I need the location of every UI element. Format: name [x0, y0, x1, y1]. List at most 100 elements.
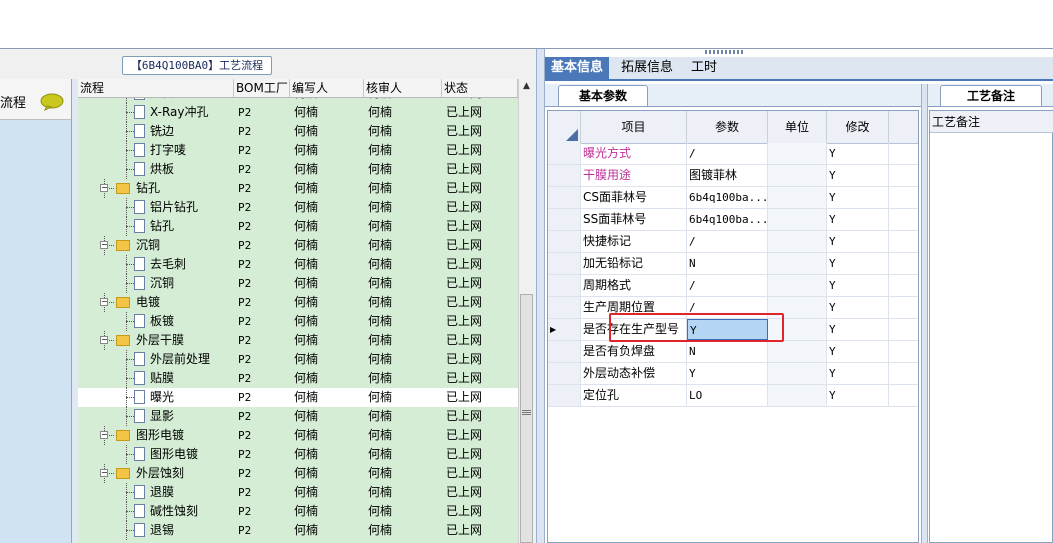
- param-value-cell[interactable]: /: [687, 143, 768, 164]
- param-unit-cell[interactable]: [768, 187, 827, 208]
- panel-resize-grip[interactable]: [705, 50, 745, 54]
- collapse-toggle-icon[interactable]: −: [100, 241, 108, 249]
- tree-row[interactable]: 烘板 P2 何楠 何楠 已上网: [78, 160, 518, 179]
- tree-row[interactable]: − 图形电镀 P2 何楠 何楠 已上网: [78, 426, 518, 445]
- param-modify-cell[interactable]: Y: [827, 341, 889, 362]
- param-unit-cell[interactable]: [768, 341, 827, 362]
- chat-bubble-icon[interactable]: [40, 93, 64, 111]
- tree-row[interactable]: − 外层干膜 P2 何楠 何楠 已上网: [78, 331, 518, 350]
- param-modify-cell[interactable]: Y: [827, 385, 889, 406]
- tree-row[interactable]: − 钻孔 P2 何楠 何楠 已上网: [78, 179, 518, 198]
- col-header-status[interactable]: 状态: [442, 79, 518, 97]
- col-header-modify[interactable]: 修改: [827, 111, 889, 143]
- param-modify-cell[interactable]: Y: [827, 165, 889, 186]
- param-value-cell[interactable]: /: [687, 275, 768, 296]
- tree-row[interactable]: − 沉铜 P2 何楠 何楠 已上网: [78, 236, 518, 255]
- param-unit-cell[interactable]: [768, 165, 827, 186]
- param-value-cell[interactable]: N: [687, 341, 768, 362]
- tree-scroll-thumb[interactable]: [520, 294, 533, 543]
- param-row[interactable]: 快捷标记 / Y: [548, 231, 918, 253]
- row-indicator[interactable]: [548, 341, 581, 362]
- param-row[interactable]: 是否有负焊盘 N Y: [548, 341, 918, 363]
- param-modify-cell[interactable]: Y: [827, 187, 889, 208]
- subtab-basic-params[interactable]: 基本参数: [558, 85, 648, 106]
- tree-row[interactable]: X-Ray冲孔 P2 何楠 何楠 已上网: [78, 103, 518, 122]
- param-modify-cell[interactable]: Y: [827, 231, 889, 252]
- param-unit-cell[interactable]: [768, 143, 827, 164]
- col-header-reviewer[interactable]: 核审人: [364, 79, 442, 97]
- tree-row[interactable]: 碱性蚀刻 P2 何楠 何楠 已上网: [78, 502, 518, 521]
- param-row[interactable]: 干膜用途 图镀菲林 Y: [548, 165, 918, 187]
- param-modify-cell[interactable]: Y: [827, 363, 889, 384]
- row-indicator[interactable]: [548, 363, 581, 384]
- row-indicator[interactable]: [548, 209, 581, 230]
- tree-row[interactable]: 显影 P2 何楠 何楠 已上网: [78, 407, 518, 426]
- row-indicator[interactable]: [548, 275, 581, 296]
- tree-row[interactable]: 板镀 P2 何楠 何楠 已上网: [78, 312, 518, 331]
- collapse-toggle-icon[interactable]: −: [100, 469, 108, 477]
- param-value-cell[interactable]: 6b4q100ba...: [687, 209, 768, 230]
- col-header-unit[interactable]: 单位: [768, 111, 827, 143]
- tree-row[interactable]: 钻孔 P2 何楠 何楠 已上网: [78, 217, 518, 236]
- notes-panel[interactable]: [929, 110, 1053, 543]
- col-header-process[interactable]: 流程: [78, 79, 234, 97]
- param-row[interactable]: 曝光方式 / Y: [548, 143, 918, 165]
- param-row[interactable]: SS面菲林号 6b4q100ba... Y: [548, 209, 918, 231]
- param-value-cell[interactable]: N: [687, 253, 768, 274]
- param-unit-cell[interactable]: [768, 253, 827, 274]
- tree-row[interactable]: 曝光 P2 何楠 何楠 已上网: [78, 388, 518, 407]
- tab-process-notes[interactable]: 工艺备注: [940, 85, 1042, 106]
- tree-row[interactable]: 去毛刺 P2 何楠 何楠 已上网: [78, 255, 518, 274]
- tree-row[interactable]: 退锡 P2 何楠 何楠 已上网: [78, 521, 518, 540]
- collapse-toggle-icon[interactable]: −: [100, 336, 108, 344]
- param-modify-cell[interactable]: Y: [827, 319, 889, 340]
- param-unit-cell[interactable]: [768, 385, 827, 406]
- param-row[interactable]: 定位孔 LO Y: [548, 385, 918, 407]
- tree-row[interactable]: 沉铜 P2 何楠 何楠 已上网: [78, 274, 518, 293]
- param-row[interactable]: CS面菲林号 6b4q100ba... Y: [548, 187, 918, 209]
- tree-row[interactable]: − 外层蚀刻 P2 何楠 何楠 已上网: [78, 464, 518, 483]
- collapse-toggle-icon[interactable]: −: [100, 184, 108, 192]
- row-indicator[interactable]: [548, 297, 581, 318]
- collapse-toggle-icon[interactable]: −: [100, 431, 108, 439]
- row-indicator[interactable]: [548, 143, 581, 164]
- tab-basic-info[interactable]: 基本信息: [545, 57, 610, 79]
- param-value-cell[interactable]: 图镀菲林: [687, 165, 768, 186]
- row-indicator[interactable]: [548, 231, 581, 252]
- right-splitter[interactable]: [921, 84, 928, 543]
- param-row[interactable]: 外层动态补偿 Y Y: [548, 363, 918, 385]
- row-indicator[interactable]: ▶: [548, 319, 581, 340]
- param-value-cell[interactable]: /: [687, 231, 768, 252]
- row-indicator[interactable]: [548, 187, 581, 208]
- tab-work-hours[interactable]: 工时: [685, 57, 723, 79]
- param-unit-cell[interactable]: [768, 363, 827, 384]
- tree-row[interactable]: 打字唛 P2 何楠 何楠 已上网: [78, 141, 518, 160]
- scroll-up-arrow-icon[interactable]: ▲: [521, 81, 532, 91]
- col-header-param[interactable]: 参数: [687, 111, 768, 143]
- param-row[interactable]: 加无铅标记 N Y: [548, 253, 918, 275]
- tree-row[interactable]: 铣边 P2 何楠 何楠 已上网: [78, 122, 518, 141]
- param-modify-cell[interactable]: Y: [827, 143, 889, 164]
- center-splitter[interactable]: [536, 49, 545, 543]
- param-value-cell[interactable]: Y: [687, 363, 768, 384]
- param-value-cell[interactable]: LO: [687, 385, 768, 406]
- row-indicator[interactable]: [548, 385, 581, 406]
- param-unit-cell[interactable]: [768, 231, 827, 252]
- col-header-bom-factory[interactable]: BOM工厂: [234, 79, 290, 97]
- tree-row[interactable]: − 电镀 P2 何楠 何楠 已上网: [78, 293, 518, 312]
- tree-row[interactable]: 图形电镀 P2 何楠 何楠 已上网: [78, 445, 518, 464]
- col-header-item[interactable]: 项目: [581, 111, 687, 143]
- row-indicator[interactable]: [548, 253, 581, 274]
- collapse-toggle-icon[interactable]: −: [100, 298, 108, 306]
- param-value-cell[interactable]: 6b4q100ba...: [687, 187, 768, 208]
- tree-row[interactable]: 贴膜 P2 何楠 何楠 已上网: [78, 369, 518, 388]
- param-modify-cell[interactable]: Y: [827, 253, 889, 274]
- param-unit-cell[interactable]: [768, 275, 827, 296]
- param-modify-cell[interactable]: Y: [827, 297, 889, 318]
- tree-row[interactable]: 铝片钻孔 P2 何楠 何楠 已上网: [78, 198, 518, 217]
- param-modify-cell[interactable]: Y: [827, 275, 889, 296]
- param-unit-cell[interactable]: [768, 209, 827, 230]
- param-row[interactable]: 周期格式 / Y: [548, 275, 918, 297]
- param-modify-cell[interactable]: Y: [827, 209, 889, 230]
- tab-extended-info[interactable]: 拓展信息: [615, 57, 679, 79]
